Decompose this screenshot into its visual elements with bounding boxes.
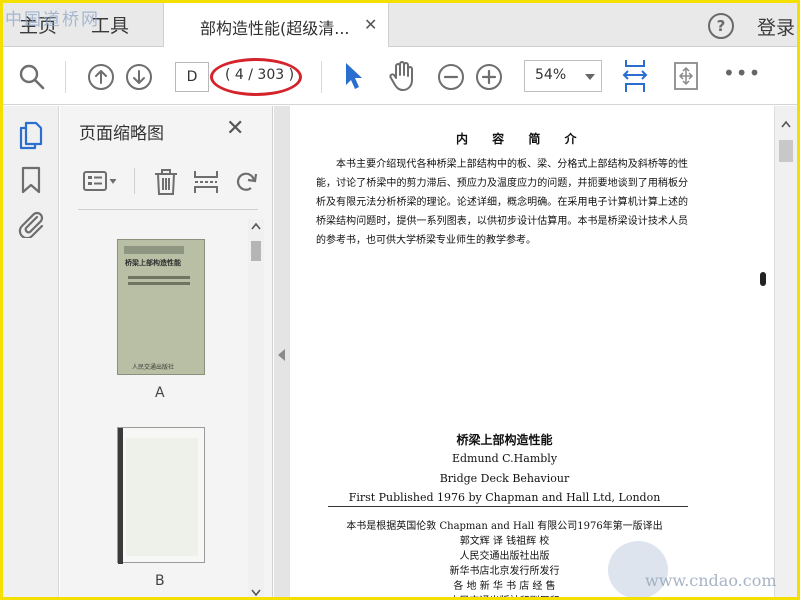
search-icon[interactable]: [18, 63, 46, 91]
page-thumbnail-a[interactable]: 桥梁上部构造性能 人民交通出版社: [117, 239, 205, 375]
thumbnail-options-icon[interactable]: [82, 168, 122, 196]
first-published-line: First Published 1976 by Chapman and Hall…: [348, 491, 661, 504]
thumbnail-cover-rule: [128, 282, 190, 285]
panel-tool-divider: [134, 168, 135, 194]
zoom-value: 54%: [535, 67, 567, 83]
english-title-line: Bridge Deck Behaviour: [439, 472, 570, 485]
login-button[interactable]: 登录: [757, 13, 795, 40]
thumbnails-panel: 页面缩略图 ✕ 桥梁上部构造性能 人民交通出版社 A B: [60, 106, 273, 597]
thumbnail-page-body: [126, 438, 198, 556]
watermark-logo-text: 中国道桥网: [5, 10, 100, 30]
insert-page-icon[interactable]: [192, 167, 220, 197]
scroll-up-icon[interactable]: [781, 120, 791, 128]
tab-document[interactable]: 部构造性能(超级清... ✕: [163, 3, 389, 47]
thumbnail-page-edge: [118, 428, 123, 564]
panel-scrollbar[interactable]: [248, 219, 264, 597]
page-rule: [328, 506, 688, 507]
full-screen-icon[interactable]: [671, 60, 701, 92]
page-thumbnail-b[interactable]: [117, 427, 205, 564]
page-number-input[interactable]: D: [175, 62, 209, 92]
zoom-in-icon[interactable]: [475, 63, 503, 91]
help-icon[interactable]: ?: [708, 13, 734, 39]
thumbnail-cover-rule: [128, 276, 190, 279]
panel-splitter[interactable]: [274, 106, 290, 597]
thumbnail-label-a: A: [155, 385, 165, 401]
document-scrollbar[interactable]: [774, 106, 797, 597]
left-rail: [3, 106, 59, 597]
bookmark-icon[interactable]: [20, 165, 42, 195]
page-thumbnails-icon[interactable]: [18, 120, 44, 150]
printer-line: 人民交通出版社印刷厂印: [290, 592, 774, 597]
publisher-line: 人民交通出版社出版: [459, 551, 550, 562]
thumbnail-label-b: B: [155, 573, 165, 589]
zoom-out-icon[interactable]: [437, 63, 465, 91]
document-scroll-thumb[interactable]: [779, 140, 793, 162]
toolbar-divider: [65, 61, 66, 93]
trash-icon[interactable]: [152, 167, 180, 197]
collapse-panel-icon[interactable]: [278, 349, 285, 361]
next-page-icon[interactable]: [125, 63, 153, 91]
scroll-down-icon[interactable]: [251, 589, 261, 597]
close-panel-icon[interactable]: ✕: [226, 116, 244, 141]
fit-page-icon[interactable]: [621, 57, 649, 95]
thumbnail-cover-title: 桥梁上部构造性能: [125, 258, 181, 267]
tab-bar: 主页 工具 部构造性能(超级清... ✕ ? 登录: [3, 3, 797, 47]
book-title: 桥梁上部构造性能: [456, 433, 553, 447]
author-line: Edmund C.Hambly: [451, 452, 558, 465]
scan-mark: [760, 272, 766, 286]
more-options-icon[interactable]: •••: [723, 61, 761, 85]
thumbnail-cover-publisher: 人民交通出版社: [132, 364, 175, 371]
summary-paragraph: 本书主要介绍现代各种桥梁上部结构中的板、梁、分格式上部结构及斜桥等的性能，讨论了…: [316, 159, 688, 246]
toolbar-divider: [321, 61, 322, 93]
hand-tool-icon[interactable]: [387, 60, 417, 92]
zoom-select[interactable]: 54%: [524, 60, 602, 92]
translation-note: 本书是根据英国伦敦 Chapman and Hall 有限公司1976年第一版译…: [346, 521, 663, 532]
watermark-url: www.cndao.com: [645, 571, 777, 590]
page-heading: 内 容 简 介: [456, 132, 587, 146]
scroll-up-icon[interactable]: [251, 222, 261, 230]
translators-line: 郭文辉 译 钱祖辉 校: [459, 536, 550, 547]
panel-divider: [78, 209, 258, 210]
app-window: 主页 工具 部构造性能(超级清... ✕ ? 登录 中国道桥网 D ( 4 / …: [0, 0, 800, 600]
document-tab-title: 部构造性能(超级清...: [200, 19, 350, 38]
annotation-circle: [210, 58, 302, 96]
panel-toolbar: [78, 164, 258, 198]
select-cursor-icon[interactable]: [343, 61, 365, 91]
panel-title: 页面缩略图: [79, 124, 164, 144]
document-page: 内 容 简 介 本书主要介绍现代各种桥梁上部结构中的板、梁、分格式上部结构及斜桥…: [290, 106, 774, 597]
rotate-icon[interactable]: [232, 167, 260, 197]
toolbar: D ( 4 / 303 ) 54% •••: [3, 47, 797, 105]
previous-page-icon[interactable]: [87, 63, 115, 91]
chevron-down-icon: [585, 74, 595, 80]
attachment-icon[interactable]: [16, 208, 46, 238]
watermark-logo-icon: [608, 541, 668, 597]
close-tab-icon[interactable]: ✕: [364, 15, 377, 34]
thumbnail-cover-band: [124, 246, 184, 254]
panel-scroll-thumb[interactable]: [251, 241, 261, 261]
